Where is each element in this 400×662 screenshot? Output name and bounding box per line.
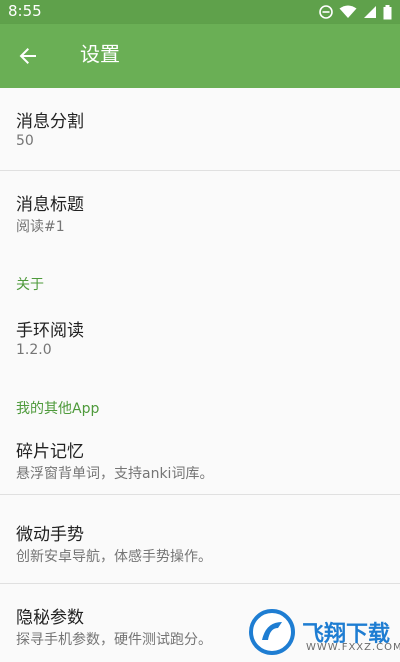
status-time: 8:55 <box>8 2 42 20</box>
category-about: 关于 <box>16 277 44 293</box>
pref-title: 碎片记忆 <box>16 442 84 462</box>
pref-summary: 50 <box>16 133 34 149</box>
pref-micro-gesture[interactable]: 微动手势 创新安卓导航，体感手势操作。 <box>0 495 400 583</box>
back-button[interactable] <box>12 40 44 72</box>
arrow-back-icon <box>19 48 36 64</box>
signal-icon <box>364 6 376 18</box>
wifi-icon <box>339 5 357 18</box>
pref-summary: 1.2.0 <box>16 342 52 358</box>
pref-fragment-memory[interactable]: 碎片记忆 悬浮窗背单词，支持anki词库。 <box>0 424 400 494</box>
page-title: 设置 <box>80 42 120 66</box>
watermark: 飞翔下载 WWW.FXXZ.COM <box>248 604 400 660</box>
battery-icon <box>383 4 392 19</box>
pref-title: 消息分割 <box>16 112 84 132</box>
status-icons <box>319 4 392 20</box>
pref-title: 消息标题 <box>16 195 84 215</box>
pref-summary: 悬浮窗背单词，支持anki词库。 <box>16 466 214 482</box>
pref-message-split[interactable]: 消息分割 50 <box>0 88 400 170</box>
pref-title: 隐秘参数 <box>16 608 84 628</box>
watermark-url: WWW.FXXZ.COM <box>306 642 400 653</box>
pref-summary: 阅读#1 <box>16 219 65 235</box>
pref-band-reader[interactable]: 手环阅读 1.2.0 <box>0 300 400 378</box>
pref-message-title[interactable]: 消息标题 阅读#1 <box>0 171 400 252</box>
category-other-apps: 我的其他App <box>16 401 100 417</box>
logo-icon <box>249 609 295 655</box>
pref-title: 手环阅读 <box>16 321 84 341</box>
pref-summary: 探寻手机参数，硬件测试跑分。 <box>16 632 212 648</box>
do-not-disturb-icon <box>319 5 333 19</box>
pref-summary: 创新安卓导航，体感手势操作。 <box>16 549 212 565</box>
app-bar: 设置 <box>0 24 400 88</box>
settings-list: 消息分割 50 消息标题 阅读#1 关于 手环阅读 1.2.0 我的其他App … <box>0 88 400 662</box>
status-bar: 8:55 <box>0 0 400 24</box>
pref-title: 微动手势 <box>16 525 84 545</box>
